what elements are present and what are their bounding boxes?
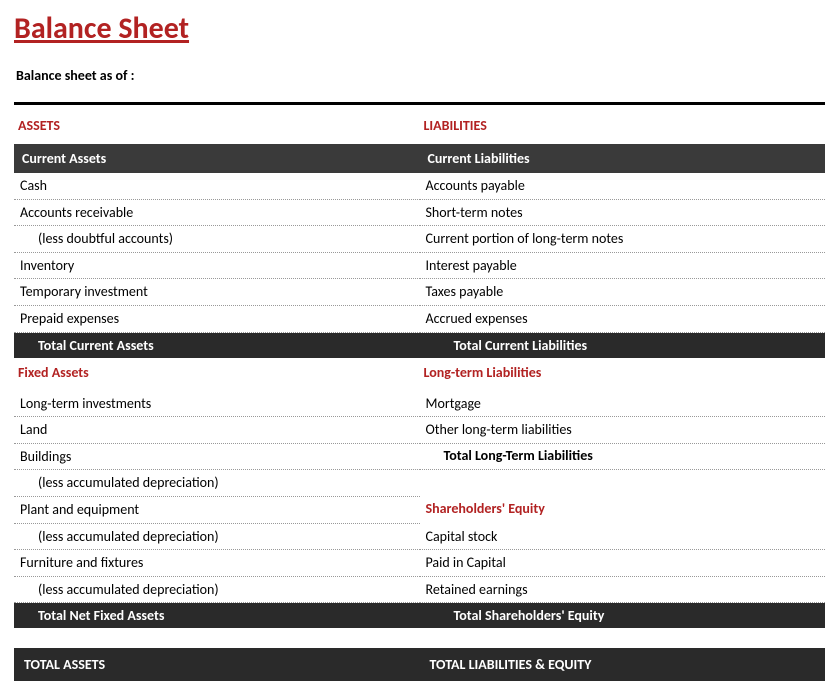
total-current-assets: Total Current Assets: [14, 333, 420, 358]
liabilities-heading: LIABILITIES: [420, 111, 826, 144]
asset-item: Accounts receivable: [14, 200, 420, 227]
table-row: Temporary investment Taxes payable: [14, 279, 825, 306]
asset-item: Temporary investment: [14, 279, 420, 306]
total-net-fixed-assets: Total Net Fixed Assets: [14, 603, 420, 628]
current-header-row: Current Assets Current Liabilities: [14, 144, 825, 173]
asset-item: (less accumulated depreciation): [14, 524, 420, 551]
grand-total-row: TOTAL ASSETS TOTAL LIABILITIES & EQUITY: [14, 648, 825, 681]
table-row: (less accumulated depreciation): [14, 470, 825, 497]
table-row: (less doubtful accounts) Current portion…: [14, 226, 825, 253]
equity-item: Paid in Capital: [420, 550, 826, 577]
table-row: (less accumulated depreciation) Capital …: [14, 524, 825, 551]
current-liabilities-header: Current Liabilities: [420, 144, 826, 173]
liability-item: Accrued expenses: [420, 306, 826, 333]
liability-item: Current portion of long-term notes: [420, 226, 826, 253]
page-title: Balance Sheet: [14, 10, 825, 47]
total-liabilities-equity: TOTAL LIABILITIES & EQUITY: [420, 648, 826, 681]
table-row: Plant and equipment Shareholders' Equity: [14, 497, 825, 524]
asset-item: (less accumulated depreciation): [14, 577, 420, 604]
liability-item: Interest payable: [420, 253, 826, 280]
spacer: [14, 628, 825, 648]
table-row: Furniture and fixtures Paid in Capital: [14, 550, 825, 577]
long-term-liabilities-header: Long-term Liabilities: [420, 358, 826, 391]
table-row: Inventory Interest payable: [14, 253, 825, 280]
asset-item: (less accumulated depreciation): [14, 470, 420, 497]
equity-item: Retained earnings: [420, 577, 826, 604]
total-long-term-liabilities: Total Long-Term Liabilities: [420, 444, 826, 471]
asset-item: Inventory: [14, 253, 420, 280]
mid-header-row: Fixed Assets Long-term Liabilities: [14, 358, 825, 391]
header-row: ASSETS LIABILITIES: [14, 111, 825, 144]
liability-item: Accounts payable: [420, 173, 826, 200]
shareholders-equity-header: Shareholders' Equity: [420, 497, 826, 524]
table-row: Buildings Total Long-Term Liabilities: [14, 444, 825, 471]
total-shareholders-equity: Total Shareholders' Equity: [420, 603, 826, 628]
asset-item: (less doubtful accounts): [14, 226, 420, 253]
total-current-liabilities: Total Current Liabilities: [420, 333, 826, 358]
asset-item: Buildings: [14, 444, 420, 471]
current-assets-header: Current Assets: [14, 144, 420, 173]
asset-item: Furniture and fixtures: [14, 550, 420, 577]
asset-item: Long-term investments: [14, 391, 420, 418]
equity-item: Capital stock: [420, 524, 826, 551]
current-total-row: Total Current Assets Total Current Liabi…: [14, 333, 825, 358]
asset-item: Plant and equipment: [14, 497, 420, 524]
liability-item: Mortgage: [420, 391, 826, 418]
liability-item: Short-term notes: [420, 200, 826, 227]
table-row: (less accumulated depreciation) Retained…: [14, 577, 825, 604]
subtitle: Balance sheet as of :: [14, 67, 825, 84]
fixed-total-row: Total Net Fixed Assets Total Shareholder…: [14, 603, 825, 628]
asset-item: Land: [14, 417, 420, 444]
table-row: Prepaid expenses Accrued expenses: [14, 306, 825, 333]
table-row: Cash Accounts payable: [14, 173, 825, 200]
table-row: Land Other long-term liabilities: [14, 417, 825, 444]
divider-top: [14, 102, 825, 105]
asset-item: Cash: [14, 173, 420, 200]
total-assets: TOTAL ASSETS: [14, 648, 420, 681]
fixed-assets-header: Fixed Assets: [14, 358, 420, 391]
empty-cell: [420, 470, 826, 497]
assets-heading: ASSETS: [14, 111, 420, 144]
asset-item: Prepaid expenses: [14, 306, 420, 333]
liability-item: Other long-term liabilities: [420, 417, 826, 444]
table-row: Long-term investments Mortgage: [14, 391, 825, 418]
liability-item: Taxes payable: [420, 279, 826, 306]
table-row: Accounts receivable Short-term notes: [14, 200, 825, 227]
